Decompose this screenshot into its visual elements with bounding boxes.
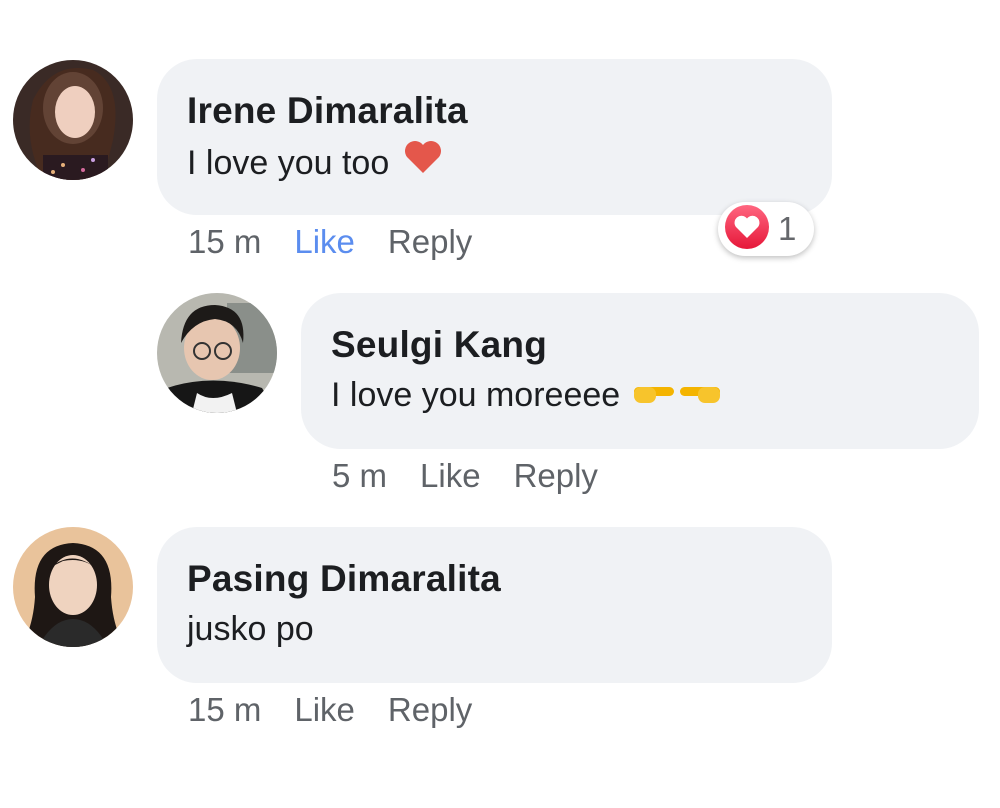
comment-timestamp: 15 m (188, 691, 262, 728)
avatar-seulgi[interactable] (157, 293, 277, 413)
comment-author[interactable]: Pasing Dimaralita (187, 557, 832, 601)
comment-text-content: I love you too (187, 143, 390, 182)
comment-timestamp: 15 m (188, 223, 262, 260)
comment-bubble-irene: Irene Dimaralita I love you too (157, 59, 832, 215)
reaction-summary[interactable]: 1 (718, 202, 814, 256)
comment-author[interactable]: Irene Dimaralita (187, 89, 832, 133)
comment-bubble-seulgi: Seulgi Kang I love you moreeee (301, 293, 979, 449)
like-button[interactable]: Like (294, 222, 355, 262)
pointing-left-emoji-icon (678, 373, 722, 417)
avatar-pasing[interactable] (13, 527, 133, 647)
comment-actions-irene: 15 m Like Reply (188, 222, 505, 262)
avatar-irene[interactable] (13, 60, 133, 180)
comment-actions-pasing: 15 m Like Reply (188, 690, 505, 730)
reply-button[interactable]: Reply (388, 222, 472, 262)
comment-actions-seulgi: 5 m Like Reply (332, 456, 631, 496)
comment-author[interactable]: Seulgi Kang (331, 323, 979, 367)
like-button[interactable]: Like (420, 456, 481, 496)
comment-bubble-pasing: Pasing Dimaralita jusko po (157, 527, 832, 683)
comment-text: jusko po (187, 607, 832, 651)
reaction-count: 1 (778, 210, 797, 247)
comment-text: I love you too (187, 139, 832, 186)
comment-timestamp: 5 m (332, 457, 388, 494)
comment-text-content: I love you moreeee (331, 376, 621, 414)
like-button[interactable]: Like (294, 690, 355, 730)
comment-text: I love you moreeee (331, 373, 979, 417)
pointing-right-emoji-icon (632, 373, 676, 417)
reply-button[interactable]: Reply (388, 690, 472, 730)
reply-button[interactable]: Reply (514, 456, 598, 496)
heart-emoji-icon (403, 139, 443, 186)
comment-text-content: jusko po (187, 610, 314, 648)
love-reaction-icon (724, 204, 770, 255)
